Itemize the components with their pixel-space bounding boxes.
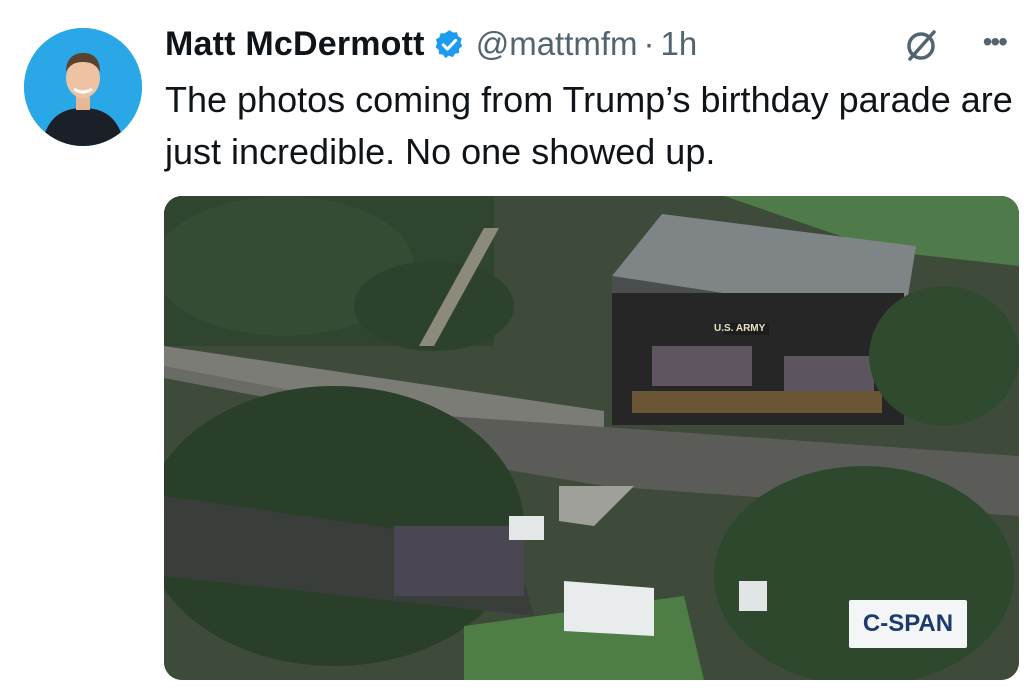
cspan-watermark: C-SPAN: [849, 600, 967, 648]
verified-badge-icon: [435, 29, 462, 58]
tweet-photo[interactable]: U.S. ARMY C-SPAN: [164, 196, 1019, 680]
tweet-text: The photos coming from Trump’s birthday …: [165, 79, 1013, 172]
more-dots-icon[interactable]: •••: [983, 26, 1008, 58]
author-name[interactable]: Matt McDermott: [165, 25, 425, 64]
avatar-image: [24, 28, 142, 146]
timestamp[interactable]: 1h: [661, 25, 698, 63]
slash-circle-icon[interactable]: [900, 24, 942, 66]
avatar[interactable]: [24, 28, 142, 146]
author-handle[interactable]: @mattmfm: [476, 25, 638, 63]
tweet-header: Matt McDermott @mattmfm · 1h •••: [165, 18, 1014, 70]
separator-dot: ·: [643, 25, 655, 62]
stage-sign: U.S. ARMY: [714, 323, 766, 334]
